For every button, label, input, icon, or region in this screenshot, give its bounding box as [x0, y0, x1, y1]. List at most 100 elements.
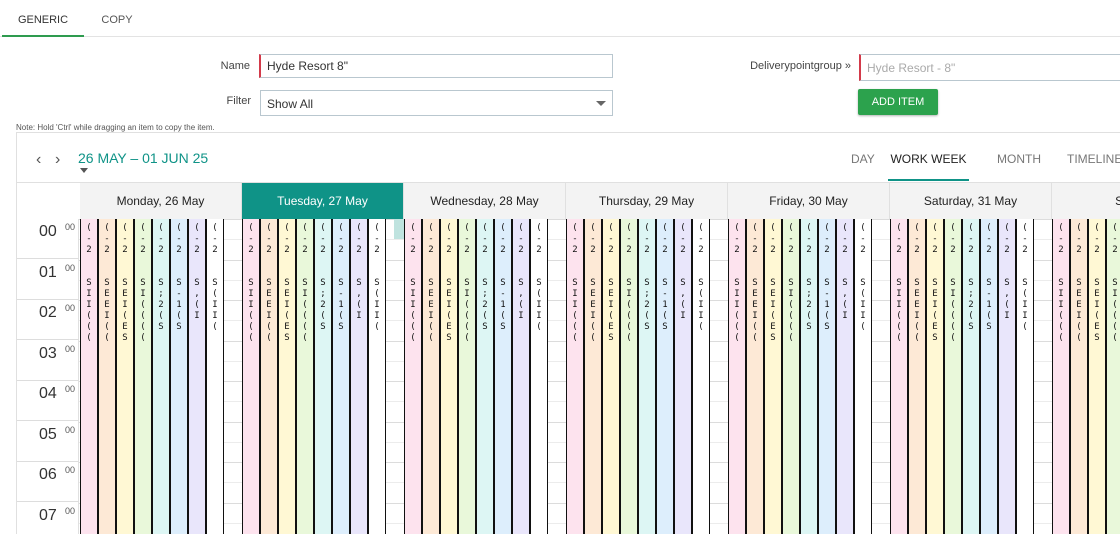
resource-column[interactable]: (-2 S I((((	[296, 219, 314, 534]
view-work-week[interactable]: WORK WEEK	[888, 133, 969, 181]
resource-column[interactable]: (-2 S(I I(	[206, 219, 224, 534]
resource-column[interactable]: (-2 S I((((	[944, 219, 962, 534]
view-timeline[interactable]: TIMELINE	[1067, 133, 1120, 181]
resource-column[interactable]: (-2 S E I(E S	[278, 219, 296, 534]
resource-column[interactable]: (-2 S E I(E S	[116, 219, 134, 534]
resource-column[interactable]: (-2 S E I(E S	[764, 219, 782, 534]
event-glyph: (	[788, 223, 794, 233]
resource-column[interactable]: (-2 S I((((	[458, 219, 476, 534]
resource-column[interactable]: (-2 S E I(E S	[1088, 219, 1106, 534]
resource-column[interactable]: (-2 S; 2(S	[800, 219, 818, 534]
event-glyph: S	[428, 278, 434, 288]
day-header[interactable]: Monday, 26 May	[80, 183, 242, 219]
event-glyph: (	[374, 322, 380, 332]
resource-column[interactable]: (-2 S E E I((	[908, 219, 926, 534]
resource-column[interactable]: (-2 S I I(((	[80, 219, 98, 534]
resource-column[interactable]: (-2 S; 2(S	[314, 219, 332, 534]
resource-column[interactable]: (-2 S(I I(	[1016, 219, 1034, 534]
resource-column[interactable]: (-2 S I((((	[1106, 219, 1120, 534]
event-glyph: I	[788, 289, 794, 299]
resource-column[interactable]: (-2 S,(I	[188, 219, 206, 534]
day-header[interactable]: Saturday, 31 May	[890, 183, 1052, 219]
resource-column[interactable]: (-2 S I I(((	[566, 219, 584, 534]
resource-column[interactable]: (-2 S(I I(	[854, 219, 872, 534]
event-glyph: I	[464, 289, 470, 299]
date-range[interactable]: 26 MAY – 01 JUN 25	[78, 150, 208, 166]
event-glyph: I	[248, 300, 254, 310]
event-glyph: (	[788, 333, 794, 343]
event-glyph: (	[284, 223, 290, 233]
resource-column[interactable]: (-2 S I((((	[134, 219, 152, 534]
view-month[interactable]: MONTH	[997, 133, 1041, 181]
chevron-right-icon[interactable]: ›	[55, 151, 60, 169]
day-column[interactable]: (-2SII((((-2SEEI(((-2SEI(ES(-2SI(((((-2S…	[890, 219, 1052, 534]
resource-column[interactable]: (-2 S E E I((	[260, 219, 278, 534]
resource-column[interactable]: (-2 S,(I	[998, 219, 1016, 534]
resource-column[interactable]: (-2 S E I(E S	[602, 219, 620, 534]
resource-column[interactable]: (-2 S,(I	[512, 219, 530, 534]
tab-generic[interactable]: GENERIC	[2, 0, 84, 37]
event-glyph: (	[104, 322, 110, 332]
event-glyph: (	[446, 223, 452, 233]
view-day[interactable]: DAY	[851, 133, 875, 181]
resource-column[interactable]: (-2 S -1(S	[494, 219, 512, 534]
event-glyph: ;	[968, 289, 974, 299]
resource-column[interactable]: (-2 S; 2(S	[638, 219, 656, 534]
resource-column[interactable]: (-2 S -1(S	[332, 219, 350, 534]
day-column[interactable]: (-2SII((((-2SEEI(((-2SEI(ES(-2SI(((((-2S…	[80, 219, 242, 534]
resource-column[interactable]: (-2 S I I(((	[1052, 219, 1070, 534]
tab-copy[interactable]: COPY	[84, 0, 150, 37]
resource-column[interactable]: (-2 S; 2(S	[962, 219, 980, 534]
resource-column[interactable]: (-2 S E E I((	[746, 219, 764, 534]
resource-column[interactable]: (-2 S E I(E S	[926, 219, 944, 534]
resource-column[interactable]: (-2 S E E I((	[1070, 219, 1088, 534]
resource-column[interactable]: (-2 S(I I(	[368, 219, 386, 534]
resource-column[interactable]: (-2 S; 2(S	[476, 219, 494, 534]
resource-column[interactable]: (-2 S E I(E S	[440, 219, 458, 534]
day-header[interactable]: Sunda	[1052, 183, 1120, 219]
resource-column[interactable]: (-2 S,(I	[674, 219, 692, 534]
date-range-caret-icon[interactable]	[80, 168, 88, 173]
day-header[interactable]: Friday, 30 May	[728, 183, 890, 219]
event-glyph: 2	[464, 245, 470, 255]
event-glyph: -	[158, 234, 164, 244]
resource-column[interactable]: (-2 S -1(S	[818, 219, 836, 534]
event-glyph: 2	[428, 245, 434, 255]
resource-column[interactable]: (-2 S -1(S	[656, 219, 674, 534]
resource-column[interactable]: (-2 S I((((	[620, 219, 638, 534]
resource-column[interactable]: (-2 S E E I((	[98, 219, 116, 534]
day-column[interactable]: (-2SII((((-2SEEI(((-2SEI(ES(-2SI(((((-2S…	[566, 219, 728, 534]
resource-column[interactable]: (-2 S I I(((	[728, 219, 746, 534]
add-item-button[interactable]: ADD ITEM	[858, 89, 938, 115]
resource-column[interactable]: (-2 S(I I(	[530, 219, 548, 534]
resource-column[interactable]: (-2 S E E I((	[584, 219, 602, 534]
resource-column[interactable]: (-2 S E E I((	[422, 219, 440, 534]
day-header[interactable]: Wednesday, 28 May	[404, 183, 566, 219]
event-glyph: -	[950, 234, 956, 244]
resource-column[interactable]: (-2 S; 2(S	[152, 219, 170, 534]
resource-column[interactable]: (-2 S I((((	[782, 219, 800, 534]
resource-column[interactable]: (-2 S -1(S	[980, 219, 998, 534]
event-glyph: -	[1112, 234, 1118, 244]
day-column[interactable]: (-2SII((((-2SEEI(((-2SEI(ES(-2SI(((((-2S…	[404, 219, 566, 534]
resource-column[interactable]: (-2 S,(I	[350, 219, 368, 534]
resource-column[interactable]: (-2 S -1(S	[170, 219, 188, 534]
resource-column[interactable]: (-2 S,(I	[836, 219, 854, 534]
event-glyph: -	[590, 234, 596, 244]
name-field[interactable]: Hyde Resort 8"	[259, 54, 613, 78]
chevron-left-icon[interactable]: ‹	[36, 151, 41, 169]
resource-column[interactable]: (-2 S I I(((	[890, 219, 908, 534]
filter-select[interactable]: Show All	[260, 90, 613, 116]
day-column[interactable]: (-2SII((((-2SEEI(((-2SEI(ES(-2SI(((((-2S…	[728, 219, 890, 534]
day-column[interactable]: (-2SII((((-2SEEI(((-2SEI(ES(-2SI(((((-2S…	[1052, 219, 1120, 534]
event-glyph: (	[320, 311, 326, 321]
day-column[interactable]: (-2SII((((-2SEEI(((-2SEI(ES(-2SI(((((-2S…	[242, 219, 412, 534]
resource-column[interactable]: (-2 S I I(((	[242, 219, 260, 534]
resource-column[interactable]: (-2 S I I(((	[404, 219, 422, 534]
resource-column[interactable]: (-2 S(I I(	[692, 219, 710, 534]
event-glyph: I	[734, 300, 740, 310]
deliverypointgroup-field[interactable]: Hyde Resort - 8"	[859, 54, 1120, 81]
day-header[interactable]: Thursday, 29 May	[566, 183, 728, 219]
day-header[interactable]: Tuesday, 27 May	[242, 183, 404, 219]
event-glyph: (	[626, 322, 632, 332]
